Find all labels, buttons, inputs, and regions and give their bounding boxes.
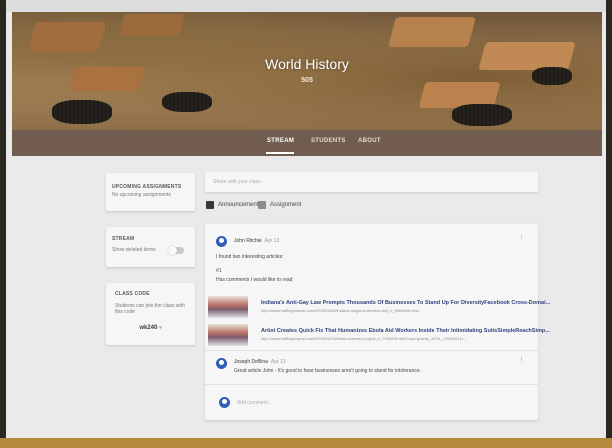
comment-text: Great article John - It's good to hear b… <box>234 368 422 374</box>
post-line: Has comments I would like to read <box>216 277 293 283</box>
banner-chair-base <box>162 92 212 112</box>
assignment-icon <box>258 201 266 209</box>
active-tab-indicator <box>266 152 294 154</box>
link-url[interactable]: http://www.huffingtonpost.com/2015/04/13… <box>261 336 467 341</box>
course-section: 505 <box>301 77 313 84</box>
chevron-down-icon[interactable]: ▾ <box>159 325 162 331</box>
show-deleted-toggle[interactable] <box>168 246 184 255</box>
more-vert-icon[interactable]: ⋮ <box>518 356 525 364</box>
banner-desk <box>27 22 107 52</box>
class-code: wk240 <box>139 325 158 331</box>
tab-bar: STREAM STUDENTS ABOUT <box>12 130 602 156</box>
tab-about[interactable]: ABOUT <box>358 138 381 144</box>
banner-chair-base <box>452 104 512 126</box>
desk-edge <box>0 438 612 448</box>
post-line: #1 <box>216 268 222 274</box>
stream-settings-card: STREAM Show deleted items <box>106 227 195 267</box>
link-url[interactable]: http://www.huffingtonpost.com/2015/03/30… <box>261 308 419 313</box>
post-author-name[interactable]: John Ritchie <box>234 238 262 244</box>
post-line: I found two interesting articles: <box>216 254 284 260</box>
announcement-icon <box>206 201 214 209</box>
assignment-button[interactable]: Assignment <box>258 201 301 209</box>
browser-strip <box>6 0 606 12</box>
add-comment-input[interactable]: Add comment... <box>237 400 272 406</box>
divider <box>205 350 538 351</box>
commenter-avatar <box>216 358 227 369</box>
link-title[interactable]: Indiana's Anti-Gay Law Prompts Thousands… <box>261 300 550 306</box>
divider <box>205 384 538 385</box>
class-code-value: wk240 ▾ <box>106 325 195 331</box>
comment-author[interactable]: Joseph DeBina Apr 13 <box>234 359 286 365</box>
banner-desk <box>119 14 185 36</box>
share-placeholder: Share with your class... <box>213 179 265 185</box>
comment-date: Apr 13 <box>270 359 286 365</box>
class-code-title: CLASS CODE <box>115 291 150 297</box>
my-avatar <box>219 397 230 408</box>
post-author[interactable]: John Ritchie Apr 13 <box>234 238 279 244</box>
upcoming-title: UPCOMING ASSIGNMENTS <box>112 184 182 190</box>
link-title[interactable]: Artist Creates Quick Fix That Humanizes … <box>261 328 550 334</box>
more-vert-icon[interactable]: ⋮ <box>518 234 525 242</box>
author-avatar <box>216 236 227 247</box>
banner-desk <box>387 17 477 47</box>
stream-post: John Ritchie Apr 13 ⋮ I found two interes… <box>205 224 550 420</box>
post-date: Apr 13 <box>264 238 280 244</box>
show-deleted-label: Show deleted items <box>112 247 156 253</box>
monitor-screen: World History 505 STREAM STUDENTS ABOUT … <box>6 0 606 438</box>
comment-author-name[interactable]: Joseph DeBina <box>234 359 268 365</box>
upcoming-card: UPCOMING ASSIGNMENTS No upcoming assignm… <box>106 173 195 211</box>
class-code-card: CLASS CODE Students can join the class w… <box>106 283 195 345</box>
course-banner: World History 505 <box>12 12 602 130</box>
course-title: World History <box>265 56 349 72</box>
announcement-button[interactable]: Announcement <box>206 201 258 209</box>
tab-stream[interactable]: STREAM <box>267 138 294 144</box>
tab-students[interactable]: STUDENTS <box>311 138 346 144</box>
link-thumbnail[interactable] <box>208 296 248 318</box>
banner-chair-base <box>52 100 112 124</box>
assignment-label: Assignment <box>270 202 302 208</box>
class-code-text: Students can join the class with this co… <box>115 303 185 315</box>
announcement-label: Announcement <box>218 202 259 208</box>
link-thumbnail[interactable] <box>208 324 248 346</box>
stream-title: STREAM <box>112 236 135 242</box>
upcoming-text: No upcoming assignments <box>112 192 171 198</box>
share-input[interactable]: Share with your class... <box>205 172 538 192</box>
